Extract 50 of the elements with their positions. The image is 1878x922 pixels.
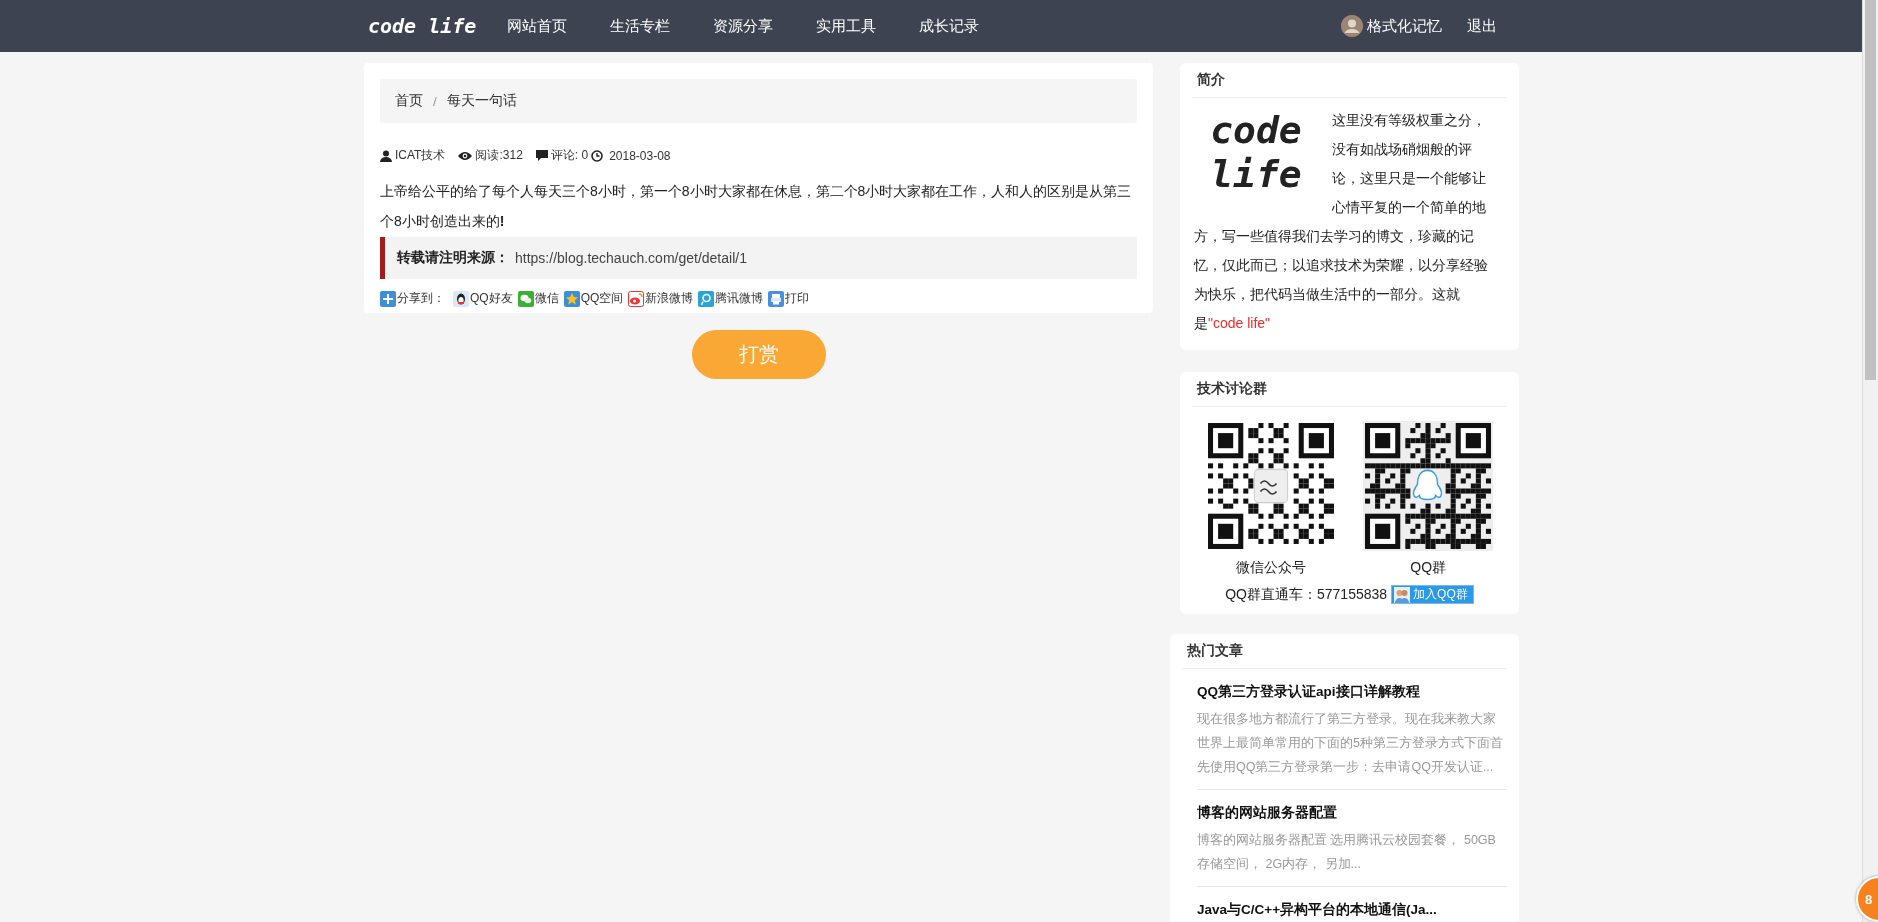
- share-link[interactable]: QQ好友: [470, 290, 513, 307]
- avatar-icon: [1341, 15, 1363, 37]
- star-icon[interactable]: [563, 290, 580, 307]
- clock-icon: [591, 149, 604, 162]
- intro-text: code life 这里没有等级权重之分，没有如战场硝烟般的评论，这里只是一个能够让心情平复的一个简单的地方，写一些值得我们去学习的博文，珍藏的记忆，仅此而已；以追求技术为荣耀，以分享经验为快乐，把代码当做生活中的一部分。这就是"code life": [1192, 105, 1489, 333]
- article-text: 上帝给公平的给了每个人每天三个8小时，第一个8小时大家都在休息，第二个8小时大家都在工作，人和人的区别是从第三个8小时创造出来的!: [380, 182, 1133, 231]
- article-link[interactable]: QQ第三方登录认证api接口详解教程: [1197, 682, 1507, 702]
- qr-caption: QQ群: [1410, 559, 1447, 577]
- article-link[interactable]: Java与C/C++异构平台的本地通信(Ja...: [1197, 900, 1507, 920]
- article-summary: 博客的网站服务器配置 选用腾讯云校园套餐， 50GB存储空间， 2G内存， 另加...: [1197, 832, 1497, 873]
- source-label: 转载请注明来源：: [397, 249, 509, 267]
- comment-count: 评论: 0: [550, 147, 589, 164]
- breadcrumb-separator: /: [433, 93, 437, 109]
- qr-caption: 微信公众号: [1235, 559, 1306, 577]
- nav-link[interactable]: 网站首页: [507, 16, 568, 36]
- post-date: 2018-03-08: [609, 148, 671, 163]
- nav-link[interactable]: 成长记录: [919, 16, 980, 36]
- breadcrumb-current: 每天一句话: [446, 92, 517, 110]
- code-life-logo: code life: [1209, 107, 1303, 194]
- comment-icon: [535, 150, 548, 161]
- share-link[interactable]: QQ空间: [580, 290, 624, 307]
- penguin-icon[interactable]: [453, 290, 469, 307]
- eye-icon: [458, 150, 473, 161]
- logout-link[interactable]: 退出: [1467, 16, 1497, 36]
- nav-link[interactable]: 资源分享: [713, 16, 774, 36]
- printer-icon[interactable]: [768, 290, 785, 307]
- qq-group-number: QQ群直通车：577155838: [1225, 585, 1388, 604]
- read-count: 阅读:312: [475, 147, 523, 164]
- article-link[interactable]: 博客的网站服务器配置: [1197, 803, 1507, 823]
- user-icon: [380, 149, 392, 162]
- share-link[interactable]: 打印: [785, 290, 810, 307]
- people-icon: [1394, 586, 1411, 603]
- nav-link[interactable]: 实用工具: [816, 16, 877, 36]
- intro-title: 简介: [1192, 63, 1507, 98]
- group-title: 技术讨论群: [1192, 372, 1507, 407]
- scrollbar-thumb[interactable]: [1865, 0, 1876, 380]
- share-link[interactable]: 腾讯微博: [715, 290, 764, 307]
- breadcrumb-link[interactable]: 首页: [395, 92, 423, 110]
- nav-link[interactable]: 生活专栏: [610, 16, 671, 36]
- share-link[interactable]: 微信: [534, 290, 559, 307]
- eye-logo-icon[interactable]: [628, 290, 645, 307]
- site-logo[interactable]: code life: [368, 14, 477, 38]
- share-label: 分享到：: [397, 290, 445, 307]
- source-url[interactable]: https://blog.techauch.com/get/detail/1: [515, 250, 747, 266]
- hot-title: 热门文章: [1182, 634, 1507, 669]
- share-link[interactable]: 新浪微博: [645, 290, 694, 307]
- plus-icon: [380, 290, 396, 307]
- user-name-link[interactable]: 格式化记忆: [1367, 16, 1442, 36]
- chat-bubbles-icon[interactable]: [517, 290, 534, 307]
- author-text: ICAT技术: [395, 147, 446, 164]
